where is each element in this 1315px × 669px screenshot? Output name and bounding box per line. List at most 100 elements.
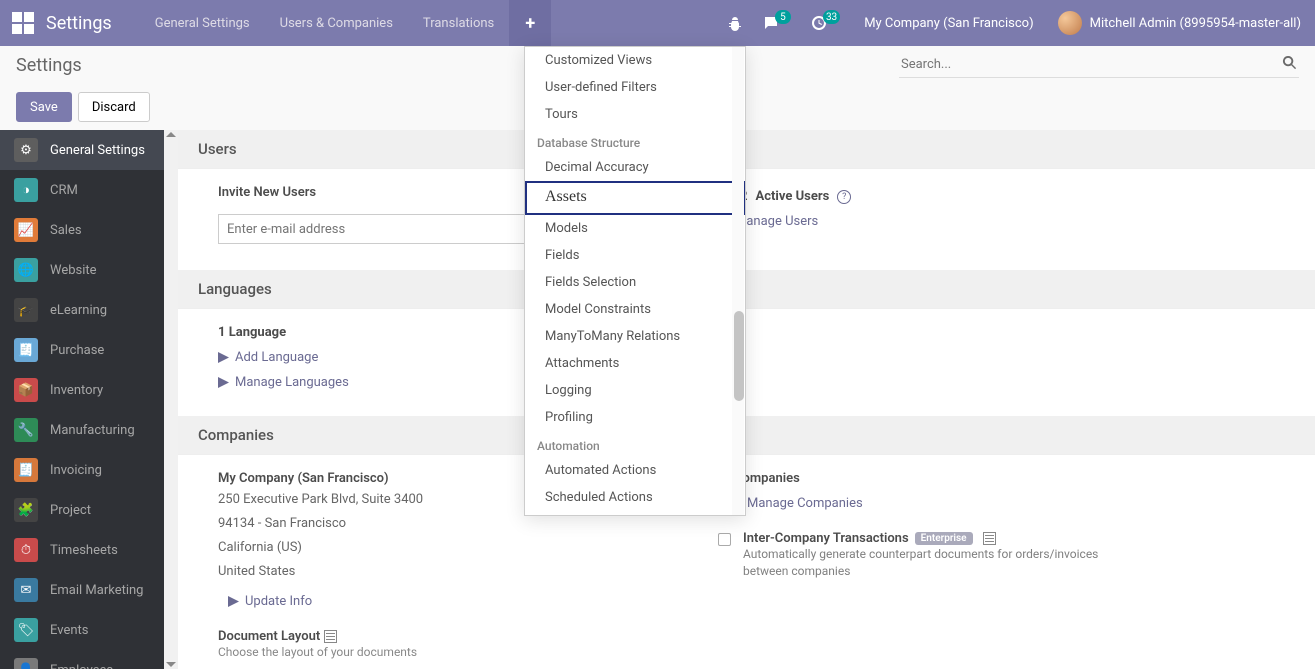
sidebar-item-timesheets[interactable]: ⏱ Timesheets bbox=[0, 530, 178, 570]
sidebar-item-inventory[interactable]: 📦 Inventory bbox=[0, 370, 178, 410]
messages-icon[interactable]: 5 bbox=[753, 0, 801, 46]
invoicing-icon: 🧾 bbox=[14, 458, 38, 482]
section-companies-header: Companies bbox=[178, 416, 1315, 455]
employees-icon: 👤 bbox=[14, 658, 38, 669]
sidebar-item-manufacturing[interactable]: 🔧 Manufacturing bbox=[0, 410, 178, 450]
settings-main: Users Invite New Users 2 Active Users ? … bbox=[178, 130, 1315, 669]
menu-item-logging[interactable]: Logging bbox=[525, 377, 745, 404]
crm-icon: ◑ bbox=[14, 178, 38, 202]
search-icon[interactable] bbox=[1282, 55, 1297, 74]
menu-item-decimal-accuracy[interactable]: Decimal Accuracy bbox=[525, 154, 745, 181]
company-selector[interactable]: My Company (San Francisco) bbox=[850, 16, 1047, 31]
menu-item-fields[interactable]: Fields bbox=[525, 242, 745, 269]
intercompany-desc: Automatically generate counterpart docum… bbox=[743, 546, 1113, 580]
intercompany-checkbox[interactable] bbox=[718, 533, 731, 546]
website-icon: 🌐 bbox=[14, 258, 38, 282]
menu-item-model-constraints[interactable]: Model Constraints bbox=[525, 296, 745, 323]
dropdown-scroll-thumb[interactable] bbox=[734, 311, 744, 401]
user-avatar[interactable] bbox=[1058, 11, 1082, 35]
sidebar-scroll-up[interactable] bbox=[166, 132, 176, 137]
sidebar-item-label: CRM bbox=[50, 183, 78, 198]
section-users-header: Users bbox=[178, 130, 1315, 169]
menu-item-attachments[interactable]: Attachments bbox=[525, 350, 745, 377]
page-title: Settings bbox=[16, 55, 82, 76]
events-icon: 🏷 bbox=[14, 618, 38, 642]
sidebar-item-invoicing[interactable]: 🧾Invoicing bbox=[0, 450, 178, 490]
manufacturing-icon: 🔧 bbox=[14, 418, 38, 442]
nav-general-settings[interactable]: General Settings bbox=[140, 0, 265, 46]
menu-item-automated-actions[interactable]: Automated Actions bbox=[525, 457, 745, 484]
sidebar-item-label: eLearning bbox=[50, 303, 107, 318]
menu-item-assets[interactable]: Assets bbox=[525, 181, 745, 215]
inventory-icon: 📦 bbox=[14, 378, 38, 402]
sidebar-item-events[interactable]: 🏷 Events bbox=[0, 610, 178, 650]
sidebar-item-label: Manufacturing bbox=[50, 423, 135, 438]
messages-badge: 5 bbox=[775, 10, 791, 24]
discard-button[interactable]: Discard bbox=[78, 92, 150, 122]
language-count-label: Language bbox=[229, 325, 286, 340]
activities-badge: 33 bbox=[823, 10, 840, 24]
menu-item-models[interactable]: Models bbox=[525, 215, 745, 242]
company-address-line4: United States bbox=[218, 562, 658, 582]
update-info-link[interactable]: Update Info bbox=[228, 594, 658, 609]
timesheets-icon: ⏱ bbox=[14, 538, 38, 562]
manage-users-link[interactable]: Manage Users bbox=[718, 214, 1275, 229]
company-address-line2: 94134 - San Francisco bbox=[218, 514, 658, 534]
sidebar-item-website[interactable]: 🌐 Website bbox=[0, 250, 178, 290]
dropdown-scrollbar[interactable] bbox=[732, 47, 744, 515]
sidebar-item-label: Purchase bbox=[50, 343, 104, 358]
building-icon bbox=[983, 532, 996, 545]
menu-item-profiling[interactable]: Profiling bbox=[525, 404, 745, 431]
sidebar-item-label: Inventory bbox=[50, 383, 103, 398]
nav-users-companies[interactable]: Users & Companies bbox=[265, 0, 408, 46]
building-icon bbox=[324, 630, 337, 643]
menu-item-scheduled-actions-triggers[interactable]: Scheduled Actions Triggers bbox=[525, 511, 745, 515]
search-input[interactable] bbox=[899, 52, 1299, 78]
sidebar-scrollbar[interactable] bbox=[164, 130, 178, 669]
menu-item-user-defined-filters[interactable]: User-defined Filters bbox=[525, 74, 745, 101]
sidebar-item-email-marketing[interactable]: ✉Email Marketing bbox=[0, 570, 178, 610]
sidebar-item-label: Events bbox=[50, 623, 88, 638]
info-icon[interactable]: ? bbox=[837, 190, 851, 204]
menu-header-database-structure: Database Structure bbox=[525, 128, 745, 154]
sidebar-item-general-settings[interactable]: ⚙General Settings bbox=[0, 130, 178, 170]
sidebar-item-label: General Settings bbox=[50, 143, 145, 158]
active-users-label: Active Users bbox=[755, 189, 829, 204]
project-icon: 🧩 bbox=[14, 498, 38, 522]
purchase-icon: 🧾 bbox=[14, 338, 38, 362]
menu-item-manytomany-relations[interactable]: ManyToMany Relations bbox=[525, 323, 745, 350]
apps-icon[interactable] bbox=[12, 12, 34, 34]
sales-icon: 📈 bbox=[14, 218, 38, 242]
nav-translations[interactable]: Translations bbox=[408, 0, 509, 46]
user-label[interactable]: Mitchell Admin (8995954-master-all) bbox=[1090, 16, 1315, 31]
company-address-line3: California (US) bbox=[218, 538, 658, 558]
sidebar-item-elearning[interactable]: 🎓 eLearning bbox=[0, 290, 178, 330]
sidebar-scroll-down[interactable] bbox=[166, 662, 176, 667]
activities-icon[interactable]: 33 bbox=[801, 0, 850, 46]
settings-sidebar: ⚙General Settings ◑ CRM 📈Sales 🌐 Website 🎓 eLea… bbox=[0, 130, 178, 669]
document-layout-desc: Choose the layout of your documents bbox=[218, 644, 588, 661]
sidebar-item-crm[interactable]: ◑ CRM bbox=[0, 170, 178, 210]
manage-companies-link[interactable]: Manage Companies bbox=[730, 496, 1275, 511]
elearning-icon: 🎓 bbox=[14, 298, 38, 322]
menu-header-automation: Automation bbox=[525, 431, 745, 457]
technical-menu-dropdown: Customized ViewsUser-defined FiltersTour… bbox=[524, 46, 746, 516]
sidebar-item-label: Website bbox=[50, 263, 97, 278]
sidebar-item-sales[interactable]: 📈Sales bbox=[0, 210, 178, 250]
sidebar-item-purchase[interactable]: 🧾 Purchase bbox=[0, 330, 178, 370]
debug-icon[interactable] bbox=[717, 0, 753, 46]
menu-item-fields-selection[interactable]: Fields Selection bbox=[525, 269, 745, 296]
sidebar-item-label: Employees bbox=[50, 663, 113, 669]
menu-item-tours[interactable]: Tours bbox=[525, 101, 745, 128]
menu-item-scheduled-actions[interactable]: Scheduled Actions bbox=[525, 484, 745, 511]
save-button[interactable]: Save bbox=[16, 92, 72, 122]
nav-plus-button[interactable]: + bbox=[509, 0, 551, 46]
intercompany-title: Inter-Company Transactions Enterprise bbox=[743, 531, 996, 546]
enterprise-badge: Enterprise bbox=[915, 532, 973, 545]
menu-item-customized-views[interactable]: Customized Views bbox=[525, 47, 745, 74]
sidebar-item-employees[interactable]: 👤 Employees bbox=[0, 650, 178, 669]
brand-title: Settings bbox=[46, 13, 112, 34]
sidebar-item-label: Timesheets bbox=[50, 543, 118, 558]
sidebar-item-project[interactable]: 🧩Project bbox=[0, 490, 178, 530]
document-layout-title: Document Layout bbox=[218, 629, 337, 644]
